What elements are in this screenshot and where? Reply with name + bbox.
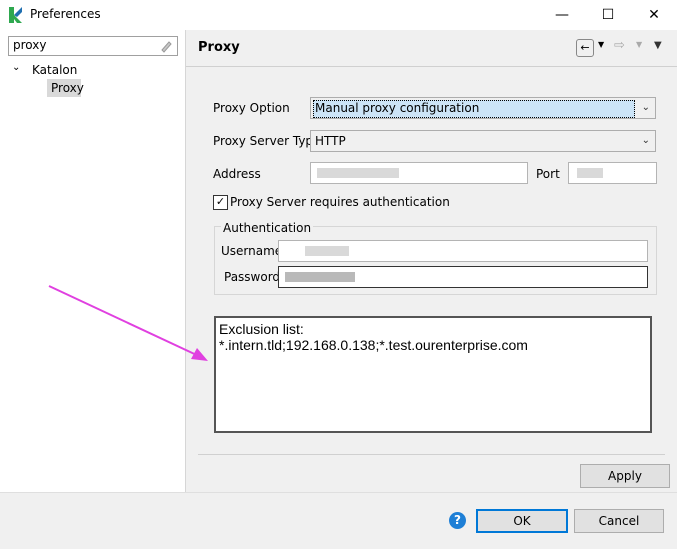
help-icon[interactable]: ? — [449, 512, 466, 529]
katalon-logo-icon — [9, 7, 22, 23]
password-redacted — [285, 272, 355, 282]
annotation-arrow-icon — [48, 285, 208, 361]
apply-button[interactable]: Apply — [580, 464, 670, 488]
username-field[interactable] — [278, 240, 648, 262]
ok-button[interactable]: OK — [476, 509, 568, 533]
back-icon[interactable]: ← — [576, 39, 594, 57]
port-label: Port — [536, 167, 560, 181]
proxy-option-label: Proxy Option — [213, 101, 290, 115]
exclusion-list-area[interactable]: Exclusion list: *.intern.tld;192.168.0.1… — [214, 316, 652, 433]
chevron-down-icon: ⌄ — [641, 102, 650, 113]
minimize-icon: — — [555, 7, 569, 23]
forward-menu-chevron-icon[interactable]: ▼ — [636, 40, 642, 49]
view-menu-icon[interactable]: ▼ — [654, 40, 662, 51]
password-field[interactable] — [278, 266, 648, 288]
chevron-down-icon: ⌄ — [641, 135, 650, 146]
exclusion-list-value: *.intern.tld;192.168.0.138;*.test.ourent… — [219, 337, 528, 353]
title-bar: Preferences — ☐ ✕ — [0, 0, 677, 30]
minimize-button[interactable]: — — [539, 0, 585, 30]
maximize-button[interactable]: ☐ — [585, 0, 631, 30]
port-field[interactable] — [568, 162, 657, 184]
proxy-option-value: Manual proxy configuration — [315, 101, 480, 115]
requires-auth-checkbox[interactable]: ✓ — [213, 195, 228, 210]
apply-label: Apply — [608, 469, 642, 483]
maximize-icon: ☐ — [601, 7, 615, 23]
window-title: Preferences — [30, 7, 101, 21]
close-icon: ✕ — [648, 7, 660, 23]
address-label: Address — [213, 167, 261, 181]
proxy-server-type-value: HTTP — [315, 134, 346, 148]
tree-item-label: Proxy — [51, 81, 84, 95]
apply-divider — [198, 454, 665, 455]
clear-filter-icon[interactable] — [159, 39, 173, 53]
requires-auth-label[interactable]: Proxy Server requires authentication — [230, 194, 450, 210]
password-label: Password — [224, 270, 281, 284]
preferences-tree-pane — [0, 30, 186, 492]
ok-label: OK — [513, 514, 531, 528]
proxy-option-select[interactable]: Manual proxy configuration ⌄ — [310, 97, 656, 119]
port-redacted — [577, 168, 603, 178]
close-button[interactable]: ✕ — [631, 0, 677, 30]
tree-item-proxy[interactable]: Proxy — [47, 79, 84, 97]
username-redacted — [305, 246, 349, 256]
cancel-label: Cancel — [598, 514, 640, 528]
address-redacted — [317, 168, 399, 178]
username-label: Username — [221, 244, 283, 258]
proxy-server-type-select[interactable]: HTTP ⌄ — [310, 130, 656, 152]
page-title: Proxy — [198, 40, 240, 55]
chevron-down-icon[interactable]: ⌄ — [12, 62, 20, 73]
address-field[interactable] — [310, 162, 528, 184]
filter-input[interactable] — [9, 37, 157, 53]
header-divider — [186, 66, 677, 67]
authentication-group-label: Authentication — [221, 220, 314, 236]
exclusion-list-heading: Exclusion list: — [219, 321, 304, 337]
filter-field[interactable] — [8, 36, 178, 56]
forward-icon[interactable]: ⇨ — [614, 38, 625, 53]
cancel-button[interactable]: Cancel — [574, 509, 664, 533]
back-menu-chevron-icon[interactable]: ▼ — [598, 40, 604, 49]
proxy-server-type-label: Proxy Server Type — [213, 134, 321, 148]
tree-item-label: Katalon — [32, 63, 78, 77]
